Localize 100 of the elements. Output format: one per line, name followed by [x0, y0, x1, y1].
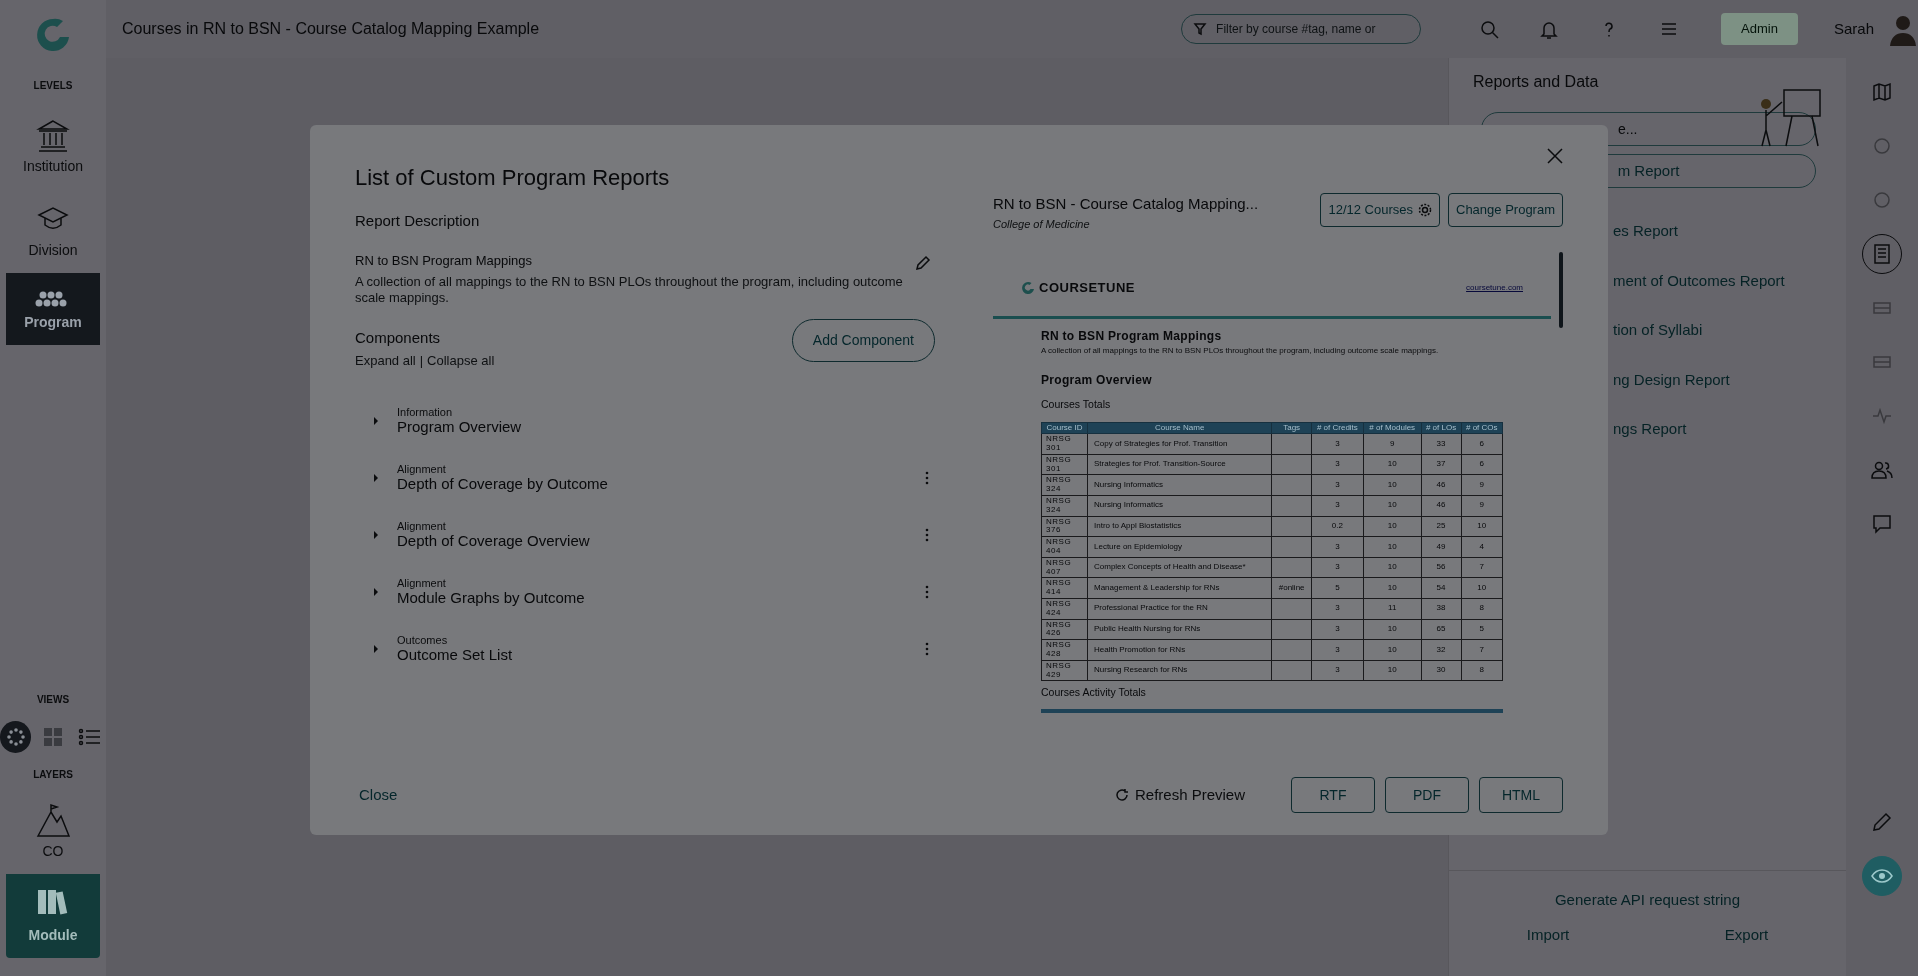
report-link[interactable]: ng Design Report [1613, 368, 1846, 391]
more-icon[interactable] [925, 528, 929, 542]
scrollbar[interactable] [1559, 252, 1563, 328]
table-cell: Management & Leadership for RNs [1087, 577, 1272, 599]
bell-icon[interactable] [1539, 19, 1560, 39]
mountain-flag-icon [35, 802, 71, 838]
export-format-button[interactable]: RTF [1291, 777, 1375, 813]
table-cell: 10 [1363, 495, 1422, 517]
circle-icon [1871, 135, 1893, 157]
table-cell: 3 [1311, 433, 1364, 455]
table-cell: 5 [1311, 577, 1364, 599]
table-cell: 33 [1421, 433, 1461, 455]
component-category: Alignment [397, 520, 447, 532]
component-row[interactable]: Alignment Depth of Coverage Overview [355, 506, 935, 564]
layer-tab[interactable]: CO [6, 790, 100, 874]
more-icon[interactable] [925, 471, 929, 485]
import-link[interactable]: Import [1526, 923, 1570, 946]
more-icon[interactable] [925, 585, 929, 599]
level-tab[interactable]: Division [6, 189, 100, 273]
export-format-button[interactable]: HTML [1479, 777, 1563, 813]
api-link[interactable]: Generate API request string [1554, 889, 1741, 912]
level-tab[interactable]: Program [6, 273, 100, 345]
more-icon[interactable] [925, 642, 929, 656]
courses-button[interactable]: 12/12 Courses [1320, 193, 1440, 227]
caret-icon[interactable] [373, 530, 379, 540]
component-row[interactable]: Alignment Module Graphs by Outcome [355, 563, 935, 621]
refresh-icon [1114, 788, 1129, 802]
table-cell: Nursing Research for RNs [1087, 660, 1272, 681]
report-link[interactable]: tion of Syllabi [1613, 319, 1846, 342]
gear-icon [1418, 202, 1432, 217]
table-title: Courses Totals [1040, 396, 1112, 412]
table-cell: 56 [1421, 557, 1461, 578]
table-cell: Nursing Informatics [1087, 495, 1272, 517]
table-cell: 0.2 [1311, 516, 1364, 537]
college-name: College of Medicine [993, 216, 1091, 232]
program-title: RN to BSN - Course Catalog Mapping... [993, 194, 1260, 214]
modal-title: List of Custom Program Reports [355, 164, 671, 192]
report-link[interactable]: ngs Report [1613, 418, 1846, 441]
caret-icon[interactable] [373, 644, 379, 654]
section-label: LEVELS [32, 79, 74, 93]
close-button[interactable]: Close [355, 783, 402, 807]
close-icon[interactable] [1546, 147, 1564, 165]
table-cell: NRSG 407 [1041, 557, 1088, 578]
export-format-button[interactable]: PDF [1385, 777, 1469, 813]
website-link[interactable]: coursetune.com [1466, 281, 1523, 294]
component-row[interactable]: Alignment Depth of Coverage by Outcome [355, 449, 935, 507]
search-icon[interactable] [1479, 19, 1500, 39]
component-name: Module Graphs by Outcome [397, 588, 585, 607]
table-cell: NRSG 324 [1041, 474, 1088, 496]
pencil-icon[interactable] [915, 254, 931, 271]
refresh-preview-button[interactable]: Refresh Preview [1108, 782, 1251, 808]
view-button[interactable] [0, 721, 32, 753]
column-header: Course ID [1041, 422, 1088, 434]
table-title: Courses Activity Totals [1040, 685, 1147, 701]
admin-button[interactable]: Admin [1721, 13, 1798, 45]
table-cell: 3 [1311, 495, 1364, 517]
table-cell: 4 [1461, 536, 1503, 558]
column-header: # of Credits [1311, 422, 1364, 434]
table-cell: 8 [1461, 660, 1503, 681]
table-cell: 10 [1363, 577, 1422, 599]
table-cell: 3 [1311, 474, 1364, 496]
table-cell: NRSG 429 [1041, 660, 1088, 681]
section-heading: Program Overview [1040, 371, 1153, 389]
filter-field[interactable]: Filter by course #tag, name or [1181, 14, 1422, 44]
table-cell: 46 [1421, 495, 1461, 517]
user-name: Sarah [1833, 18, 1874, 39]
component-name: Depth of Coverage Overview [397, 531, 590, 550]
component-category: Alignment [397, 463, 447, 475]
caret-icon[interactable] [373, 416, 379, 426]
table-cell: 7 [1461, 557, 1503, 578]
table-cell: 10 [1363, 660, 1422, 681]
table-cell: 3 [1311, 598, 1364, 620]
layer-tab[interactable]: Module [6, 874, 100, 958]
table-cell: Health Promotion for RNs [1087, 639, 1272, 661]
separator-text: | [419, 352, 424, 370]
export-link[interactable]: Export [1724, 923, 1769, 946]
table-cell: 30 [1421, 660, 1461, 681]
table-cell: 11 [1363, 598, 1422, 620]
report-link[interactable]: ment of Outcomes Report [1613, 269, 1846, 292]
table-cell: 10 [1363, 619, 1422, 640]
level-tab[interactable]: Institution [6, 105, 100, 189]
report-link[interactable]: es Report [1613, 220, 1846, 243]
caret-icon[interactable] [373, 587, 379, 597]
expand-all-link[interactable]: Expand all [355, 351, 416, 371]
table-cell: 10 [1363, 516, 1422, 537]
circle-icon [1871, 189, 1893, 211]
table-cell: 10 [1363, 557, 1422, 578]
rail-button[interactable] [1862, 856, 1902, 896]
component-row[interactable]: Information Program Overview [355, 392, 935, 450]
caret-icon[interactable] [373, 473, 379, 483]
collapse-all-link[interactable]: Collapse all [427, 351, 495, 371]
report-description: A collection of all mappings to the RN to BSN PLOs throughout the program, including outcome scale mappings. [1040, 344, 1440, 357]
table-cell: 9 [1461, 495, 1503, 517]
component-row[interactable]: Outcomes Outcome Set List [355, 620, 935, 678]
table-cell: NRSG 404 [1041, 536, 1088, 558]
section-label: LAYERS [32, 768, 74, 782]
change-program-button[interactable]: Change Program [1448, 193, 1563, 227]
table-cell: NRSG 428 [1041, 639, 1088, 661]
table-cell: 9 [1363, 433, 1422, 455]
table-cell: 7 [1461, 639, 1503, 661]
